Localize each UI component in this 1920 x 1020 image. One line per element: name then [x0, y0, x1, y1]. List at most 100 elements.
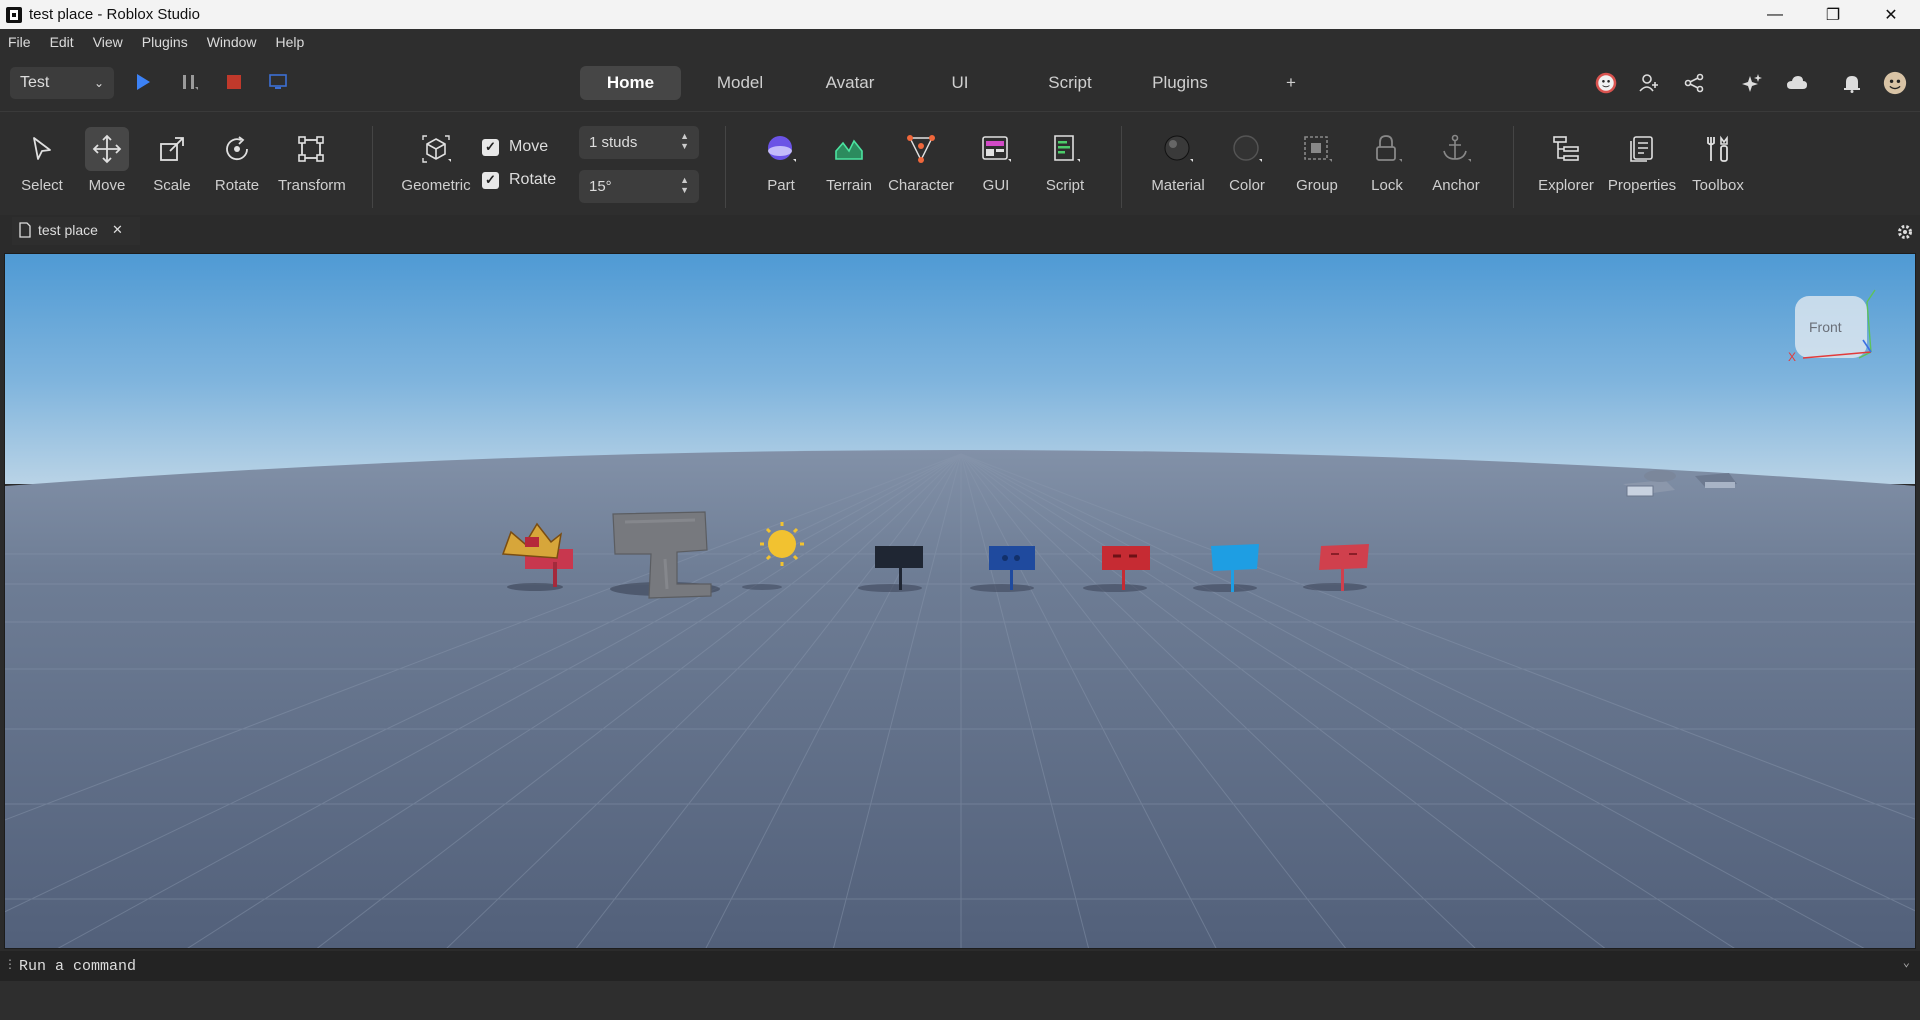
character-insert-button[interactable]: Character: [888, 127, 954, 207]
group-label: Group: [1296, 177, 1338, 194]
geometric-label: Geometric: [401, 177, 471, 194]
move-increment-input[interactable]: 1 studs ▲ ▼: [579, 126, 699, 159]
part-insert-button[interactable]: Part: [749, 127, 813, 207]
tab-plugins[interactable]: Plugins: [1140, 66, 1220, 100]
device-emulator-button[interactable]: [266, 70, 290, 94]
rotate-icon: [226, 136, 248, 161]
command-bar[interactable]: ⋮ Run a command ⌄: [0, 951, 1920, 981]
tab-ui[interactable]: UI: [920, 66, 1000, 100]
rotate-increment-input[interactable]: 15° ▲ ▼: [579, 170, 699, 203]
roblox-studio-window: test place - Roblox Studio — ❐ ✕ File Ed…: [0, 0, 1920, 1020]
ribbon-divider: [372, 126, 373, 208]
pause-button[interactable]: [177, 70, 201, 94]
close-window-button[interactable]: ✕: [1862, 0, 1920, 29]
gui-insert-button[interactable]: GUI: [964, 127, 1028, 207]
snap-rotate-checkbox[interactable]: ✓ Rotate: [482, 171, 556, 189]
avatar-face-icon: [1595, 72, 1617, 94]
notifications-button[interactable]: [1840, 71, 1864, 95]
cursor-icon: [33, 137, 51, 160]
stop-button[interactable]: [222, 70, 246, 94]
group-icon: [1304, 136, 1332, 162]
document-icon: [19, 222, 31, 238]
snap-move-checkbox[interactable]: ✓ Move: [482, 138, 548, 156]
menu-file[interactable]: File: [8, 34, 31, 50]
toolbox-button[interactable]: Toolbox: [1686, 127, 1750, 207]
document-tab-test-place[interactable]: test place ✕: [12, 217, 140, 245]
menu-plugins[interactable]: Plugins: [142, 34, 188, 50]
properties-button[interactable]: Properties: [1606, 127, 1678, 207]
rotate-tool-button[interactable]: Rotate: [205, 127, 269, 207]
select-tool-button[interactable]: Select: [10, 127, 74, 207]
play-icon: [137, 74, 150, 90]
character-icon: [907, 135, 935, 163]
anchor-label: Anchor: [1432, 177, 1480, 194]
tab-script[interactable]: Script: [1030, 66, 1110, 100]
stepper-arrows-icon[interactable]: ▲ ▼: [680, 175, 689, 195]
play-button[interactable]: [131, 70, 155, 94]
transform-tool-label: Transform: [278, 177, 346, 194]
move-tool-button[interactable]: Move: [75, 127, 139, 207]
explorer-button[interactable]: Explorer: [1534, 127, 1598, 207]
transform-tool-button[interactable]: Transform: [278, 127, 346, 207]
select-tool-label: Select: [21, 177, 63, 194]
scale-icon: [160, 137, 184, 161]
part-sphere-icon: [768, 136, 796, 162]
color-button[interactable]: Color: [1215, 127, 1279, 207]
gui-icon: [982, 136, 1011, 162]
material-icon: [1164, 135, 1193, 162]
rotate-tool-label: Rotate: [214, 177, 260, 194]
gear-icon[interactable]: [1896, 223, 1914, 241]
terrain-editor-button[interactable]: Terrain: [817, 127, 881, 207]
properties-icon: [1630, 136, 1653, 162]
toolbox-icon: [1707, 135, 1728, 162]
ribbon-divider: [1121, 126, 1122, 208]
gui-label: GUI: [982, 177, 1010, 194]
close-tab-icon[interactable]: ✕: [112, 222, 123, 238]
properties-label: Properties: [1607, 177, 1677, 194]
avatar-bubble-button[interactable]: [1594, 71, 1618, 95]
menu-edit[interactable]: Edit: [50, 34, 74, 50]
3d-viewport[interactable]: Front X: [4, 253, 1916, 949]
bell-icon: [1844, 76, 1860, 93]
profile-avatar-button[interactable]: [1883, 71, 1907, 95]
avatar: [1883, 71, 1907, 95]
sky: [5, 254, 1915, 484]
move-increment-value: 1 studs: [589, 134, 638, 151]
scale-tool-button[interactable]: Scale: [140, 127, 204, 207]
ribbon-divider: [725, 126, 726, 208]
color-icon: [1233, 135, 1262, 162]
anchor-button[interactable]: Anchor: [1424, 127, 1488, 207]
test-mode-dropdown[interactable]: Test ⌄: [10, 67, 114, 99]
group-button[interactable]: Group: [1285, 127, 1349, 207]
material-button[interactable]: Material: [1146, 127, 1210, 207]
geometric-snap-button[interactable]: Geometric: [396, 127, 476, 207]
collaborators-button[interactable]: [1637, 71, 1661, 95]
assistant-button[interactable]: [1740, 71, 1764, 95]
roblox-studio-logo-icon: [6, 6, 22, 23]
share-icon: [1684, 73, 1704, 93]
title-bar: test place - Roblox Studio — ❐ ✕: [0, 0, 1920, 29]
part-label: Part: [767, 177, 795, 194]
chevron-down-icon[interactable]: ⌄: [1903, 955, 1910, 970]
chevron-down-icon: ⌄: [93, 76, 104, 90]
tab-avatar[interactable]: Avatar: [810, 66, 890, 100]
tab-home[interactable]: Home: [580, 66, 681, 100]
share-button[interactable]: [1682, 71, 1706, 95]
stepper-arrows-icon[interactable]: ▲ ▼: [680, 131, 689, 151]
cloud-publish-button[interactable]: [1785, 71, 1809, 95]
command-input[interactable]: Run a command: [19, 958, 136, 975]
menu-view[interactable]: View: [93, 34, 123, 50]
lock-button[interactable]: Lock: [1355, 127, 1419, 207]
move-arrows-icon: [92, 134, 122, 164]
script-insert-button[interactable]: Script: [1033, 127, 1097, 207]
menu-help[interactable]: Help: [276, 34, 305, 50]
drag-handle-icon[interactable]: ⋮: [4, 957, 16, 972]
rotate-increment-value: 15°: [589, 178, 612, 195]
minimize-button[interactable]: —: [1746, 0, 1804, 29]
lock-label: Lock: [1371, 177, 1403, 194]
restore-button[interactable]: ❐: [1804, 0, 1862, 29]
menu-window[interactable]: Window: [207, 34, 257, 50]
tab-model[interactable]: Model: [700, 66, 780, 100]
monitor-icon: [269, 74, 287, 89]
add-tab-button[interactable]: +: [1276, 66, 1306, 100]
